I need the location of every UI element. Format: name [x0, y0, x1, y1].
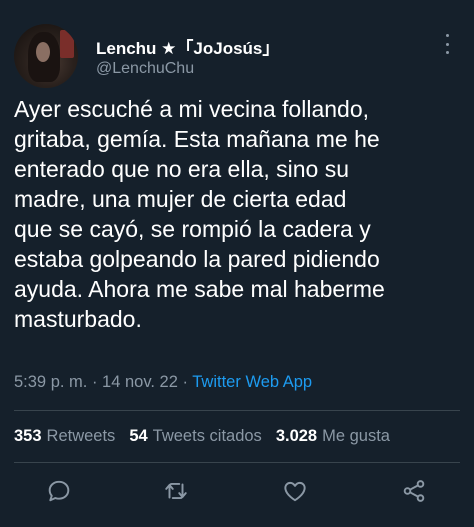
author-display-name[interactable]: Lenchu ★「JoJosús」: [96, 34, 279, 59]
avatar-background-frame: [60, 30, 74, 58]
share-icon[interactable]: [401, 478, 429, 506]
divider: [14, 410, 460, 411]
meta-separator: ·: [87, 373, 103, 391]
divider: [14, 462, 460, 463]
retweet-icon[interactable]: [163, 478, 191, 506]
quotes-stat[interactable]: 54 Tweets citados: [129, 427, 262, 446]
likes-label: Me gusta: [322, 427, 390, 445]
avatar-face: [36, 42, 50, 62]
tweet-stats: 353 Retweets 54 Tweets citados 3.028 Me gus…: [14, 427, 404, 446]
retweets-label: Retweets: [46, 427, 116, 445]
author-handle[interactable]: @LenchuChu: [96, 60, 194, 78]
tweet-meta: 5:39 p. m. · 14 nov. 22 · Twitter Web Ap…: [14, 373, 312, 392]
tweet-time[interactable]: 5:39 p. m.: [14, 373, 87, 391]
tweet-actions: [0, 478, 474, 508]
retweets-count: 353: [14, 427, 42, 445]
tweet-source-link[interactable]: Twitter Web App: [192, 373, 312, 391]
meta-separator: ·: [177, 373, 193, 391]
avatar[interactable]: [14, 24, 78, 88]
likes-count: 3.028: [275, 427, 318, 445]
tweet-text: Ayer escuché a mi vecina follando, grita…: [14, 96, 385, 332]
heart-icon[interactable]: [282, 478, 310, 506]
more-icon[interactable]: [440, 34, 454, 54]
quotes-count: 54: [129, 427, 148, 445]
tweet-date[interactable]: 14 nov. 22: [102, 373, 178, 391]
retweets-stat[interactable]: 353 Retweets: [14, 427, 115, 446]
quotes-label: Tweets citados: [152, 427, 262, 445]
likes-stat[interactable]: 3.028 Me gusta: [276, 427, 390, 446]
reply-icon[interactable]: [46, 478, 74, 506]
